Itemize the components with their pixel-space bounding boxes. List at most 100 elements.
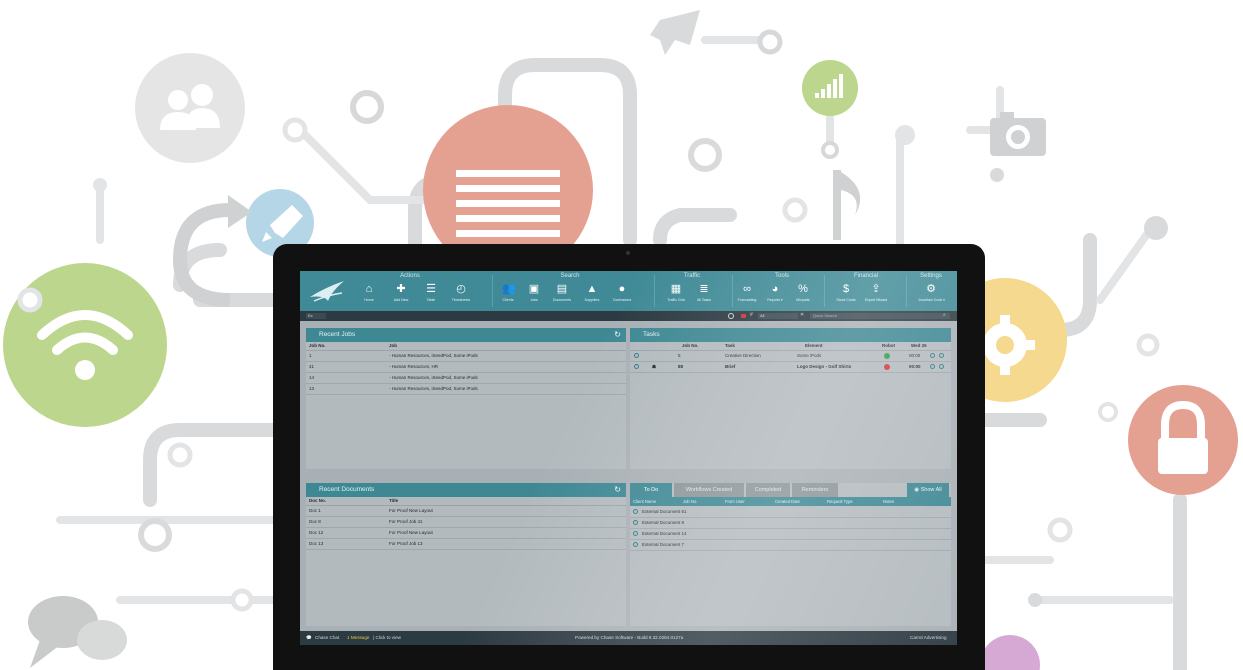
view-dropdown[interactable]: Ex: [306, 313, 326, 319]
toolbar-add-new-button[interactable]: ✚ Add New: [388, 284, 414, 310]
toolbar-traffic-grid-button[interactable]: ▦ Traffic Grid: [663, 284, 689, 310]
toolbar-stock-costs-button[interactable]: $ Stock Costs: [833, 284, 859, 310]
quick-search-input[interactable]: Quick Search: [810, 313, 950, 319]
task-row[interactable]: 5 Creative Direction Some iPods 00:00: [630, 351, 951, 362]
table-row[interactable]: 13 - Human Resources, iSeedPod, Some iPod…: [306, 384, 626, 395]
toolbar-table-button[interactable]: ☰ Table: [418, 284, 444, 310]
search-icon[interactable]: [939, 364, 944, 369]
powered-by-text: Powered by Chase Software - Build 8.32.0…: [575, 635, 684, 640]
tab-completed[interactable]: Completed: [746, 483, 790, 497]
tool-label: Suppliers: [584, 298, 600, 302]
task-name: Creative Direction: [725, 353, 761, 358]
list-item[interactable]: External Document 7: [630, 540, 951, 551]
tab-to-do[interactable]: To Do: [630, 483, 672, 497]
todo-client: External Document 61: [642, 509, 687, 514]
tool-label: Export Wizard: [864, 298, 888, 302]
clock-icon[interactable]: [930, 364, 935, 369]
toolbar-group-settings: Settings ⚙ Jonathan Cook ▾: [906, 273, 956, 311]
toolbar-forecasting-button[interactable]: ∞ Forecasting: [734, 284, 760, 310]
search-icon[interactable]: ⌕: [943, 312, 946, 318]
mixpads-icon: %: [798, 283, 808, 295]
recent-documents-panel: Recent Documents ↻ Doc No. Title Doc 1 Fo…: [306, 483, 626, 626]
tool-label: Table: [426, 298, 436, 302]
toolbar-suppliers-button[interactable]: ▲ Suppliers: [579, 284, 605, 310]
toolbar-documents-button[interactable]: ▤ Documents: [549, 284, 575, 310]
table-row[interactable]: Doc 13 For Proof Job 13: [306, 539, 626, 550]
job-name: - Human Resources, iSeedPod, Some iPods: [389, 386, 478, 391]
col-notes: Notes: [883, 499, 894, 504]
status-footer: 💬 Chase Chat 1 Message | Click to view P…: [300, 631, 957, 645]
status-red-dot: [884, 364, 890, 370]
tab-workflows-created[interactable]: Workflows Created: [674, 483, 744, 497]
main-toolbar: Actions ⌂ Home ✚ Add New ☰ Table ◴ Timesheet…: [300, 271, 957, 311]
scope-dropdown[interactable]: All: [758, 313, 798, 319]
list-item[interactable]: External Document 61: [630, 507, 951, 518]
doc-title: For Proof New Layout: [389, 508, 433, 513]
expand-icon[interactable]: [633, 520, 638, 525]
toolbar-mixpads-button[interactable]: % Mixpads: [790, 284, 816, 310]
table-row[interactable]: 14 - Human Resources, iSeedPod, Some iPod…: [306, 373, 626, 384]
toolbar-divider: [492, 275, 493, 307]
table-row[interactable]: Doc 8 For Proof Job 41: [306, 517, 626, 528]
add-new-icon: ✚: [396, 283, 406, 295]
col-task: Task: [725, 343, 735, 348]
timesheets-icon: ◴: [456, 283, 466, 295]
col-client-name: Client Name: [633, 499, 657, 504]
expand-icon[interactable]: [634, 353, 639, 358]
tasks-panel: Tasks Job No. Task Element Robot Wed 26 …: [630, 328, 951, 469]
toolbar-clients-button[interactable]: 👥 Clients: [495, 284, 521, 310]
tasks-title: Tasks: [630, 328, 951, 342]
col-doc-no: Doc No.: [309, 498, 327, 503]
toolbar-user-settings-button[interactable]: ⚙ Jonathan Cook ▾: [918, 283, 945, 310]
expand-icon[interactable]: [634, 364, 639, 369]
settings-gear-icon: ⚙: [926, 283, 936, 295]
task-row[interactable]: ☗ 88 Brief Logo Design - Golf Shirts 00:…: [630, 362, 951, 373]
toolbar-export-wizard-button[interactable]: ⇪ Export Wizard: [863, 284, 889, 310]
table-row[interactable]: 1 - Human Resources, iSeedPod, Some iPods: [306, 351, 626, 362]
toolbar-group-tools: Tools ∞ Forecasting ◕ Reports ▾ % Mixpads: [732, 273, 832, 311]
clock-icon[interactable]: [930, 353, 935, 358]
col-from-user: From User: [725, 499, 745, 504]
clients-icon: 👥: [502, 283, 516, 295]
stock-costs-icon: $: [842, 283, 850, 295]
tab-reminders[interactable]: Reminders: [792, 483, 838, 497]
job-no: 14: [309, 375, 315, 380]
expand-icon[interactable]: [633, 531, 638, 536]
refresh-icon[interactable]: ↻: [614, 328, 621, 342]
search-icon[interactable]: [939, 353, 944, 358]
task-element: Logo Design - Golf Shirts: [797, 364, 852, 369]
table-row[interactable]: 41 - Human Resources, HR: [306, 362, 626, 373]
todo-client: External Document 7: [642, 542, 685, 547]
toolbar-group-financial: Financial $ Stock Costs ⇪ Export Wizard: [827, 273, 905, 311]
chat-bubble-icon[interactable]: 💬: [306, 631, 312, 645]
toolbar-contractors-button[interactable]: ● Contractors: [609, 284, 635, 310]
refresh-icon[interactable]: ↻: [614, 483, 621, 497]
toolbar-home-button[interactable]: ⌂ Home: [356, 284, 382, 310]
list-item[interactable]: External Document 14: [630, 529, 951, 540]
toolbar-reports-button[interactable]: ◕ Reports ▾: [762, 284, 788, 310]
toolbar-jobs-button[interactable]: ▣ Jobs: [521, 284, 547, 310]
click-to-view-link[interactable]: | Click to view: [373, 631, 401, 645]
tool-label: Contractors: [612, 298, 632, 302]
list-item[interactable]: External Document 8: [630, 518, 951, 529]
table-row[interactable]: Doc 12 For Proof New Layout: [306, 528, 626, 539]
chase-logo: [310, 281, 344, 302]
laptop-frame: Actions ⌂ Home ✚ Add New ☰ Table ◴ Timesheet…: [273, 244, 985, 670]
expand-icon[interactable]: [633, 509, 638, 514]
documents-icon: ▤: [556, 283, 568, 295]
job-name: - Human Resources, HR: [389, 364, 439, 369]
job-name: - Human Resources, iSeedPod, Some iPods: [389, 375, 478, 380]
toolbar-timesheets-button[interactable]: ◴ Timesheets: [448, 284, 474, 310]
recent-jobs-header: Job No. Job: [306, 342, 626, 351]
message-count[interactable]: 1 Message: [347, 631, 369, 645]
tool-label: Stock Costs: [836, 298, 856, 302]
expand-icon[interactable]: [633, 542, 638, 547]
table-row[interactable]: Doc 1 For Proof New Layout: [306, 506, 626, 517]
show-all-button[interactable]: ◉ Show All: [907, 483, 949, 497]
toolbar-all-tasks-button[interactable]: ≣ All Tasks: [691, 284, 717, 310]
chase-chat-label[interactable]: Chase Chat: [315, 631, 339, 645]
clear-icon[interactable]: ✕: [800, 312, 804, 318]
clock-icon[interactable]: [728, 313, 734, 319]
task-job-no: 5: [678, 353, 681, 358]
alert-flag-icon[interactable]: [741, 314, 746, 318]
